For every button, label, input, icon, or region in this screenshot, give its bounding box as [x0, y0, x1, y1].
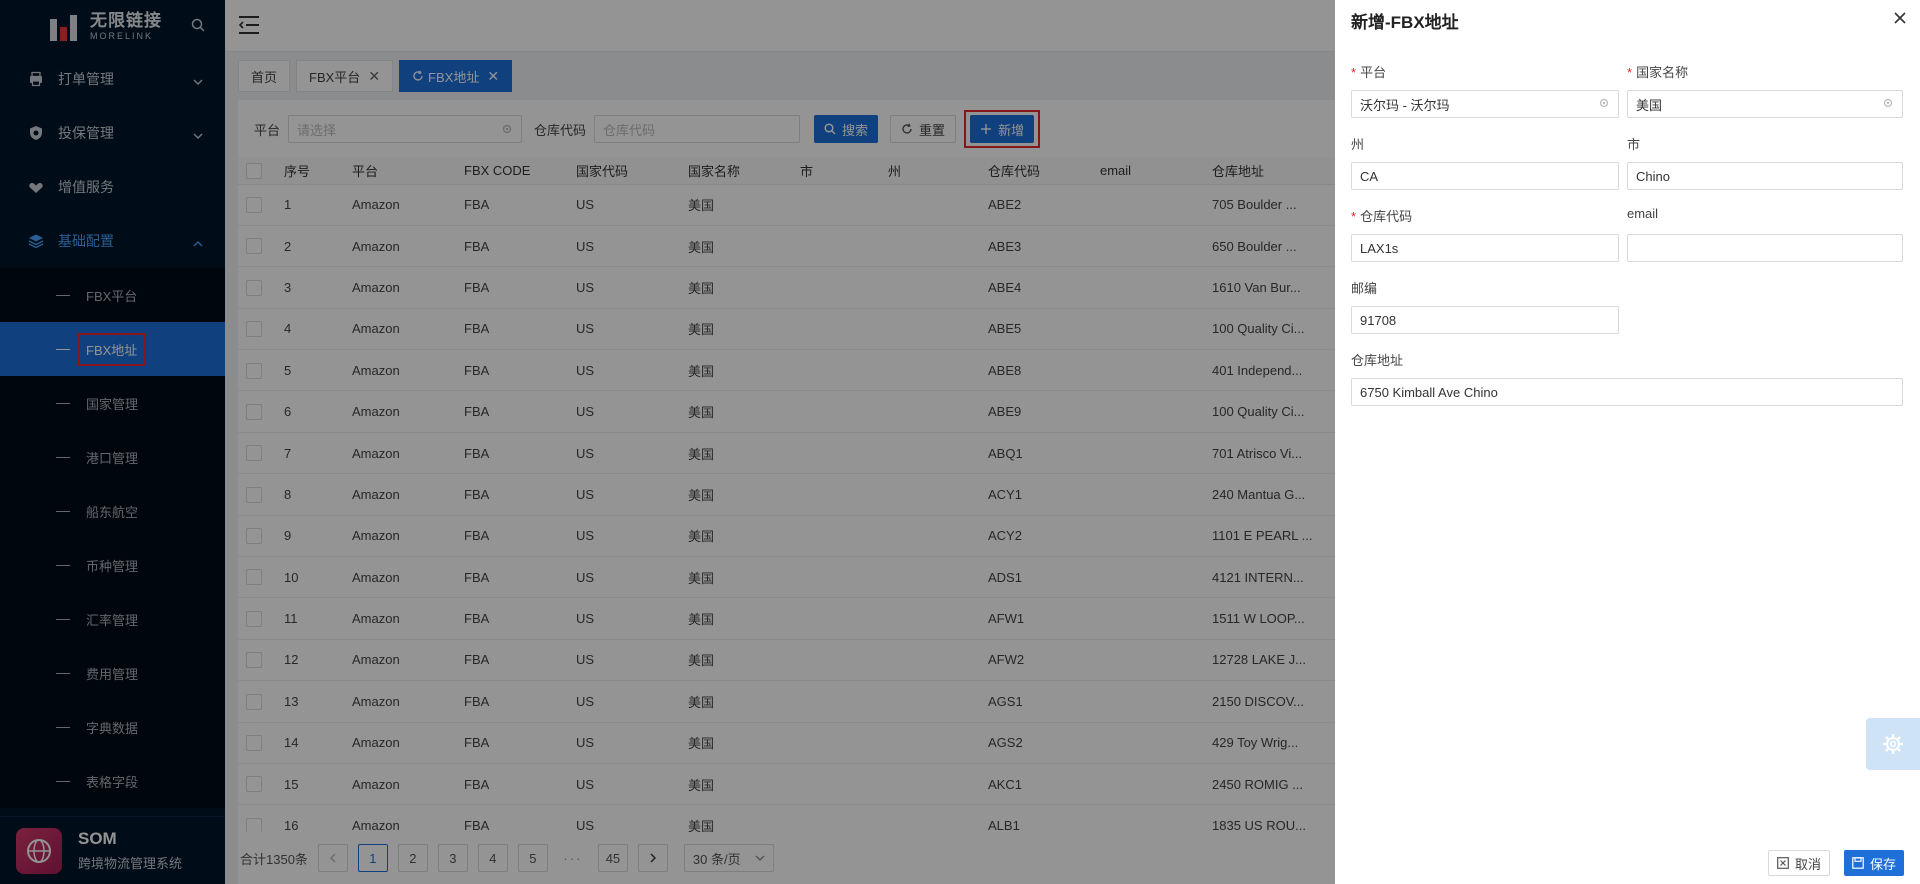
add-fbx-address-drawer: 新增-FBX地址 * 平台 沃尔玛 - 沃尔玛 * 国家名称 美国州 CA 市 Chino * 仓库…: [1335, 0, 1920, 884]
warehouse-label-text: 仓库代码: [1360, 209, 1413, 224]
save-icon: [1852, 857, 1864, 869]
address-field-group: 仓库地址 6750 Kimball Ave Chino: [1351, 350, 1903, 406]
warehouse-label: * 仓库代码: [1351, 206, 1619, 226]
platform-value: 沃尔玛 - 沃尔玛: [1360, 97, 1450, 113]
country-value: 美国: [1636, 97, 1663, 113]
settings-float-button[interactable]: [1866, 718, 1920, 770]
drawer-title: 新增-FBX地址: [1351, 13, 1459, 32]
platform-label-text: 平台: [1360, 65, 1387, 80]
email-label: email: [1627, 206, 1903, 226]
country-field-group: * 国家名称美国: [1627, 62, 1903, 118]
warehouse-field-group: * 仓库代码 LAX1s: [1351, 206, 1619, 262]
required-mark: *: [1351, 209, 1357, 224]
state-input[interactable]: CA: [1351, 162, 1619, 190]
warehouse-value: LAX1s: [1360, 240, 1399, 256]
required-mark: *: [1351, 65, 1357, 80]
city-field-group: 市 Chino: [1627, 134, 1903, 190]
save-button[interactable]: 保存: [1843, 850, 1904, 876]
platform-select[interactable]: 沃尔玛 - 沃尔玛: [1351, 90, 1619, 118]
city-label-text: 市: [1627, 137, 1641, 152]
zip-value: 91708: [1360, 312, 1397, 328]
zip-label-text: 邮编: [1351, 281, 1378, 296]
state-label-text: 州: [1351, 137, 1365, 152]
drawer-footer: 取消 保存: [1754, 850, 1904, 876]
zip-label: 邮编: [1351, 278, 1619, 298]
modal-overlay[interactable]: [0, 0, 1335, 884]
platform-label: * 平台: [1351, 62, 1619, 82]
required-mark: *: [1627, 65, 1633, 80]
close-square-icon: [1777, 857, 1789, 869]
address-input[interactable]: 6750 Kimball Ave Chino: [1351, 378, 1903, 406]
email-field-group: email: [1627, 206, 1903, 262]
platform-field-group: * 平台沃尔玛 - 沃尔玛: [1351, 62, 1619, 118]
email-input[interactable]: [1627, 234, 1903, 262]
warehouse-input[interactable]: LAX1s: [1351, 234, 1619, 262]
state-field-group: 州 CA: [1351, 134, 1619, 190]
email-label-text: email: [1627, 206, 1659, 221]
city-input[interactable]: Chino: [1627, 162, 1903, 190]
city-label: 市: [1627, 134, 1903, 154]
save-button-label: 保存: [1869, 856, 1896, 872]
close-icon[interactable]: [1892, 10, 1908, 26]
country-select[interactable]: 美国: [1627, 90, 1903, 118]
state-value: CA: [1360, 168, 1379, 184]
gear-icon: [1883, 734, 1903, 754]
zip-field-group: 邮编 91708: [1351, 278, 1619, 334]
gear-icon: [1882, 97, 1894, 112]
cancel-button[interactable]: 取消: [1767, 850, 1830, 876]
country-label-text: 国家名称: [1636, 65, 1689, 80]
cancel-button-label: 取消: [1794, 856, 1821, 872]
zip-input[interactable]: 91708: [1351, 306, 1619, 334]
gear-icon: [1598, 97, 1610, 112]
city-value: Chino: [1636, 168, 1670, 184]
address-label: 仓库地址: [1351, 350, 1903, 370]
country-label: * 国家名称: [1627, 62, 1903, 82]
address-label-text: 仓库地址: [1351, 353, 1404, 368]
address-value: 6750 Kimball Ave Chino: [1360, 384, 1498, 400]
state-label: 州: [1351, 134, 1619, 154]
